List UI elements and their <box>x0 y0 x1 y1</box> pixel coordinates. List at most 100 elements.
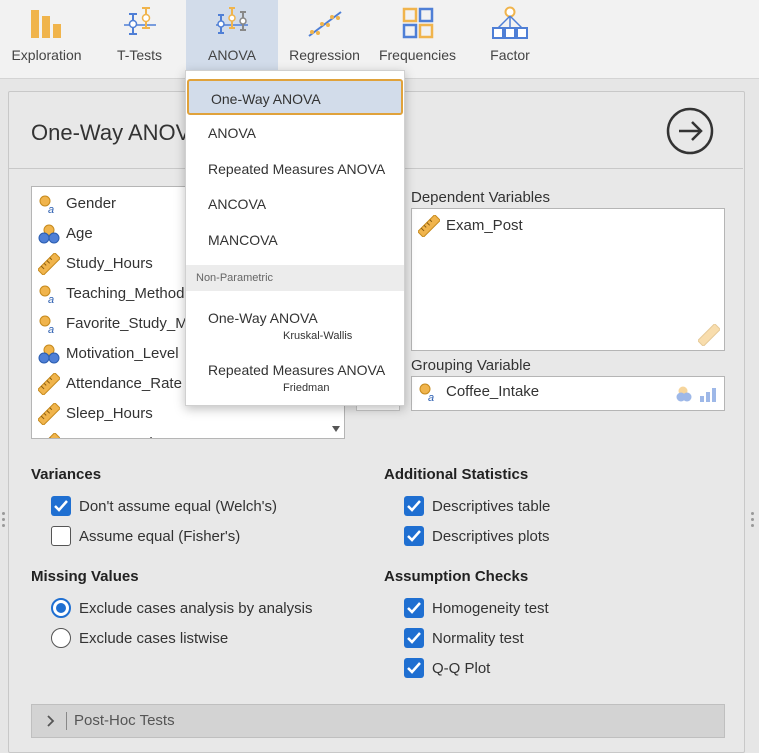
non-parametric-header-label: Non-Parametric <box>196 272 274 284</box>
analysis-ribbon: Exploration T-Tests ANOVA Regression Fre… <box>0 0 759 79</box>
descriptives-table-label: Descriptives table <box>432 498 551 515</box>
tab-label: Frequencies <box>378 47 457 63</box>
variable-name: Age <box>66 225 93 242</box>
grouping-variable-box[interactable]: a Coffee_Intake <box>411 376 725 411</box>
tab-label: ANOVA <box>208 47 256 63</box>
menu-item-label: One-Way ANOVA <box>208 310 318 326</box>
menu-item-ancova[interactable]: ANCOVA <box>186 187 404 223</box>
continuous-ruler-icon <box>418 215 440 237</box>
tab-regression[interactable]: Regression <box>278 0 371 78</box>
left-resize-grip[interactable] <box>2 518 5 521</box>
welch-checkbox[interactable] <box>51 496 71 516</box>
variable-name: Motivation_Level <box>66 345 179 362</box>
qq-plot-label: Q-Q Plot <box>432 660 491 677</box>
menu-item-sublabel: Friedman <box>283 382 330 394</box>
post-hoc-tests-label: Post-Hoc Tests <box>74 712 175 729</box>
tab-label: Exploration <box>11 47 82 63</box>
welch-label: Don't assume equal (Welch's) <box>79 498 278 515</box>
scroll-down-arrow-icon[interactable] <box>332 426 340 432</box>
dependent-variables-label: Dependent Variables <box>411 189 550 206</box>
left-resize-grip[interactable] <box>2 512 5 515</box>
fisher-checkbox[interactable] <box>51 526 71 546</box>
nominal-text-icon: a <box>39 195 54 215</box>
svg-text:a: a <box>428 392 434 403</box>
tab-anova[interactable]: ANOVA <box>186 0 278 78</box>
continuous-ruler-icon <box>38 253 60 275</box>
checkmark-icon <box>407 632 421 644</box>
normality-test-checkbox[interactable] <box>404 628 424 648</box>
descriptives-plots-label: Descriptives plots <box>432 528 550 545</box>
right-resize-grip[interactable] <box>751 512 754 515</box>
menu-item-label: ANCOVA <box>208 196 267 212</box>
section-separator <box>66 712 67 730</box>
continuous-ruler-icon <box>38 373 60 395</box>
variable-name: Study_Hours <box>66 255 153 272</box>
anova-icon <box>216 7 248 34</box>
menu-item-kruskal-wallis[interactable]: One-Way ANOVA Kruskal-Wallis <box>186 299 404 347</box>
tab-label: Regression <box>289 47 360 63</box>
tab-label: T-Tests <box>116 47 163 63</box>
exclude-analysis-label: Exclude cases analysis by analysis <box>79 600 313 617</box>
tab-ttests[interactable]: T-Tests <box>93 0 186 78</box>
menu-item-sublabel: Kruskal-Wallis <box>283 330 353 342</box>
menu-item-repeated-measures-anova[interactable]: Repeated Measures ANOVA <box>186 151 404 187</box>
additional-statistics-heading: Additional Statistics <box>384 466 529 483</box>
exclude-listwise-radio[interactable] <box>51 628 71 648</box>
homogeneity-test-checkbox[interactable] <box>404 598 424 618</box>
menu-item-label: ANOVA <box>208 125 256 141</box>
variable-name: Stress_Level <box>66 435 153 438</box>
ttests-icon <box>123 7 156 35</box>
nominal-text-icon: a <box>39 315 54 335</box>
tab-exploration[interactable]: Exploration <box>0 0 93 78</box>
menu-item-label: One-Way ANOVA <box>211 91 321 107</box>
right-resize-grip[interactable] <box>751 518 754 521</box>
descriptives-plots-checkbox[interactable] <box>404 526 424 546</box>
factor-icon <box>492 6 528 39</box>
menu-item-label: MANCOVA <box>208 232 278 248</box>
chevron-right-icon <box>47 715 55 727</box>
checkmark-icon <box>407 500 421 512</box>
post-hoc-tests-section[interactable]: Post-Hoc Tests <box>31 704 725 738</box>
page-title: One-Way ANOVA <box>31 120 204 145</box>
regression-icon <box>307 11 342 37</box>
continuous-ruler-icon <box>38 403 60 425</box>
menu-item-label: Repeated Measures ANOVA <box>208 362 386 378</box>
tab-frequencies[interactable]: Frequencies <box>371 0 464 78</box>
exploration-icon <box>30 10 61 38</box>
exclude-listwise-label: Exclude cases listwise <box>79 630 229 647</box>
nominal-icon <box>38 344 60 364</box>
variable-name: Attendance_Rate <box>66 375 182 392</box>
tab-factor[interactable]: Factor <box>464 0 556 78</box>
descriptives-table-checkbox[interactable] <box>404 496 424 516</box>
missing-values-heading: Missing Values <box>31 568 139 585</box>
frequencies-icon <box>402 7 433 39</box>
checkmark-icon <box>54 500 68 512</box>
nominal-text-icon: a <box>39 285 54 305</box>
grouping-variable-label: Grouping Variable <box>411 357 531 374</box>
homogeneity-test-label: Homogeneity test <box>432 600 549 617</box>
arrow-right-circle-icon[interactable] <box>666 107 714 155</box>
variable-name: Favorite_Study_M <box>66 315 188 332</box>
menu-section-header: Non-Parametric <box>186 265 404 291</box>
variable-name: Gender <box>66 195 117 212</box>
menu-item-friedman[interactable]: Repeated Measures ANOVA Friedman <box>186 351 404 399</box>
qq-plot-checkbox[interactable] <box>404 658 424 678</box>
continuous-ruler-icon <box>38 433 60 438</box>
svg-text:a: a <box>48 324 54 335</box>
nominal-ordinal-hint-icon <box>676 386 716 402</box>
checkmark-icon <box>407 602 421 614</box>
menu-item-one-way-anova[interactable]: One-Way ANOVA <box>187 79 403 115</box>
menu-item-mancova[interactable]: MANCOVA <box>186 223 404 259</box>
nominal-icon <box>38 224 60 244</box>
menu-item-anova[interactable]: ANOVA <box>186 115 404 151</box>
anova-dropdown-menu: One-Way ANOVA ANOVA Repeated Measures AN… <box>185 70 405 406</box>
right-resize-grip[interactable] <box>751 524 754 527</box>
dependent-variables-box[interactable]: Exam_Post <box>411 208 725 351</box>
exclude-analysis-radio[interactable] <box>51 598 71 618</box>
continuous-ruler-hint-icon <box>698 324 720 346</box>
variable-name: Sleep_Hours <box>66 405 153 422</box>
variable-name: Teaching_Method <box>66 285 185 302</box>
nominal-text-icon: a <box>419 383 434 403</box>
left-resize-grip[interactable] <box>2 524 5 527</box>
grouping-variable-name: Coffee_Intake <box>446 383 540 400</box>
